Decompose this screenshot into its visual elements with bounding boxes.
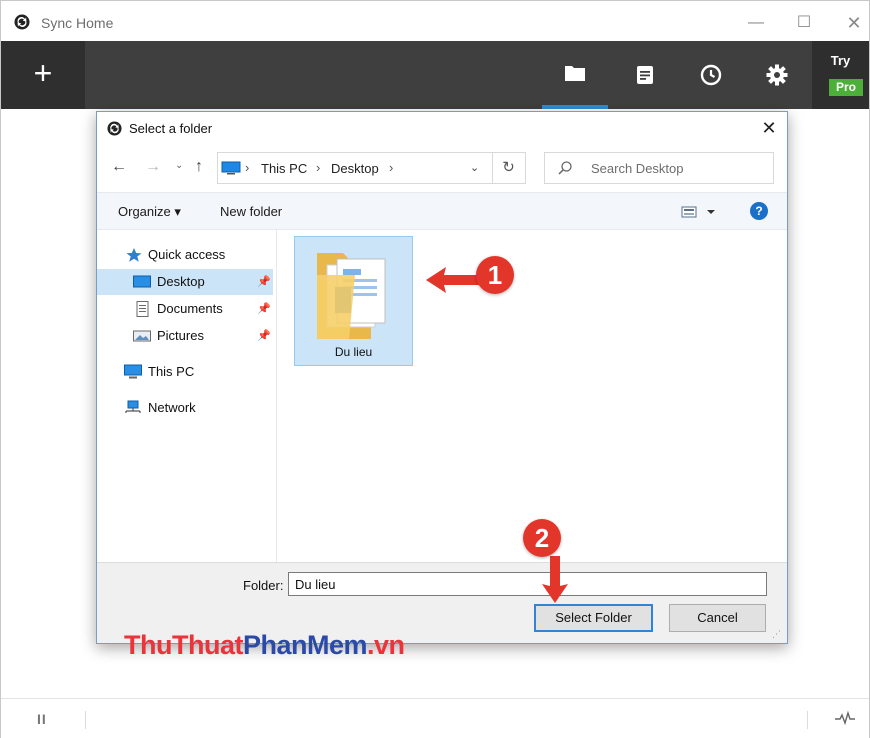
sidebar-item-this-pc[interactable]: This PC	[97, 359, 273, 385]
refresh-button[interactable]: ↻	[492, 152, 526, 184]
folder-label: Folder:	[243, 578, 284, 593]
dialog-close-button[interactable]: ✕	[757, 116, 781, 140]
breadcrumb-this-pc[interactable]: This PC	[261, 161, 307, 176]
sidebar-item-network[interactable]: Network	[97, 395, 273, 421]
help-icon[interactable]: ?	[750, 202, 768, 220]
navigation-pane: Quick access Desktop 📌 Documents 📌 Pictu…	[97, 230, 277, 562]
history-tab[interactable]	[678, 41, 744, 109]
site-watermark: ThuThuatPhanMem.vn	[124, 630, 405, 661]
up-arrow-icon[interactable]: ↑	[195, 158, 203, 176]
computer-icon	[124, 364, 142, 379]
network-icon	[125, 400, 141, 413]
watermark-part: ThuThuat	[124, 630, 243, 660]
clock-icon	[700, 64, 722, 86]
folder-icon	[317, 253, 386, 339]
watermark-part: .vn	[367, 630, 405, 660]
pictures-icon	[133, 330, 151, 342]
dialog-title: Select a folder	[129, 121, 213, 136]
sidebar-item-label: This PC	[148, 364, 195, 379]
try-label: Try	[830, 53, 851, 68]
app-logo-icon	[14, 14, 30, 30]
minimize-button[interactable]: —	[741, 11, 771, 35]
sidebar-item-label: Desktop	[157, 274, 205, 289]
pin-icon[interactable]: 📌	[257, 329, 271, 342]
sidebar-item-label: Quick access	[148, 247, 226, 262]
command-bar: Organize ▾ New folder ?	[97, 192, 787, 230]
sidebar-item-documents[interactable]: Documents 📌	[97, 296, 273, 322]
sidebar-item-quick-access[interactable]: Quick access	[97, 242, 273, 268]
title-bar: Sync Home — ☐ ✕	[1, 1, 869, 41]
main-toolbar: + Try Pro	[1, 41, 869, 109]
app-title: Sync Home	[41, 15, 114, 31]
address-dropdown-chevron-icon[interactable]: ⌄	[470, 161, 479, 174]
pin-icon[interactable]: 📌	[257, 302, 271, 315]
sidebar-item-label: Documents	[157, 301, 223, 316]
sidebar-item-label: Pictures	[157, 328, 204, 343]
select-folder-dialog: Select a folder ✕ ← → ⌄ ↑ › This PC › De…	[96, 111, 788, 644]
navigation-row: ← → ⌄ ↑ › This PC › Desktop › ⌄ ↻ Search…	[97, 150, 787, 186]
settings-tab[interactable]	[744, 41, 810, 109]
pause-icon[interactable]: II	[37, 711, 47, 727]
app-logo-icon	[107, 121, 122, 136]
new-folder-button[interactable]: New folder	[220, 204, 282, 219]
document-icon	[637, 66, 653, 84]
add-button[interactable]: +	[1, 41, 85, 109]
star-icon	[126, 248, 142, 262]
log-tab[interactable]	[612, 41, 678, 109]
status-divider	[85, 711, 86, 729]
sidebar-item-label: Network	[148, 400, 196, 415]
file-list-pane: Du lieu	[278, 230, 787, 562]
close-window-button[interactable]: ✕	[839, 11, 869, 35]
dialog-title-bar: Select a folder ✕	[97, 112, 787, 144]
back-arrow-icon[interactable]: ←	[111, 158, 127, 176]
sidebar-item-pictures[interactable]: Pictures 📌	[97, 323, 273, 349]
folder-name-input[interactable]	[288, 572, 767, 596]
recent-locations-chevron-icon[interactable]: ⌄	[175, 160, 183, 171]
search-icon	[558, 161, 572, 175]
document-icon	[136, 301, 149, 317]
folders-tab[interactable]	[542, 41, 608, 109]
folder-item[interactable]: Du lieu	[294, 236, 413, 366]
activity-pulse-icon[interactable]	[834, 710, 856, 726]
this-pc-icon	[221, 161, 241, 175]
step-1-badge: 1	[476, 256, 514, 294]
status-bar: II	[1, 698, 869, 738]
annotation-arrow-icon	[426, 267, 480, 293]
breadcrumb-separator: ›	[389, 160, 394, 175]
maximize-button[interactable]: ☐	[789, 11, 819, 35]
breadcrumb-desktop[interactable]: Desktop	[331, 161, 379, 176]
pin-icon[interactable]: 📌	[257, 275, 271, 288]
breadcrumb-separator: ›	[316, 160, 321, 175]
forward-arrow-icon[interactable]: →	[145, 158, 161, 176]
pro-badge: Pro	[829, 79, 863, 96]
organize-menu[interactable]: Organize ▾	[118, 204, 181, 220]
search-box[interactable]: Search Desktop	[544, 152, 774, 184]
search-input[interactable]: Search Desktop	[591, 161, 684, 176]
try-pro-button[interactable]: Try Pro	[812, 41, 869, 109]
resize-grip-icon[interactable]: ⋰	[772, 629, 781, 640]
breadcrumb-separator: ›	[245, 160, 250, 175]
desktop-icon	[133, 275, 151, 288]
view-options-icon[interactable]	[681, 204, 721, 220]
watermark-part: PhanMem	[242, 630, 368, 660]
select-folder-button[interactable]: Select Folder	[534, 604, 653, 632]
sidebar-item-desktop[interactable]: Desktop 📌	[97, 269, 273, 295]
step-2-badge: 2	[523, 519, 561, 557]
cancel-button[interactable]: Cancel	[669, 604, 766, 632]
status-divider	[807, 711, 808, 729]
annotation-arrow-icon	[542, 556, 568, 603]
gear-icon	[766, 64, 788, 86]
folder-icon	[565, 66, 585, 81]
folder-name: Du lieu	[334, 345, 373, 359]
address-bar[interactable]: › This PC › Desktop › ⌄	[217, 152, 493, 184]
